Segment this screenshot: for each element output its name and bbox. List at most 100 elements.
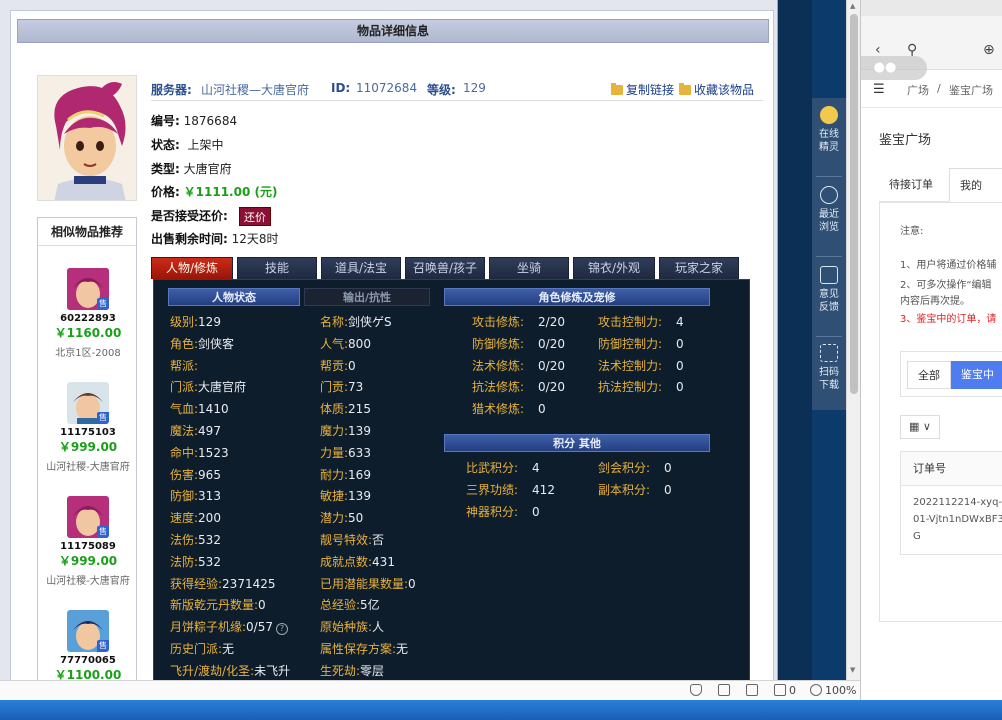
attr-row: 属性保存方案:无: [320, 642, 409, 656]
scan-download-button[interactable]: 扫码 下载: [812, 344, 846, 392]
attr-row: 抗法修炼: 0/20: [472, 380, 565, 395]
attr-row: 命中:1523: [170, 445, 229, 460]
attr-row: 敏捷:139: [320, 489, 371, 504]
breadcrumb-square[interactable]: 广场: [907, 82, 929, 98]
level-value: 129: [463, 81, 486, 95]
attr-row: 获得经验:2371425: [170, 576, 276, 591]
tab-summons[interactable]: 召唤兽/孩子: [405, 257, 485, 279]
orders-table: 订单号 2022112214-xyq-01-Vjtn1nDWxBF3G: [900, 451, 1002, 555]
item-thumbnail: 售: [67, 496, 109, 538]
attr-row: 体质:215: [320, 402, 371, 417]
attr-row: 门派:大唐官府: [170, 380, 247, 395]
attr-row: [598, 399, 612, 419]
tab-mounts[interactable]: 坐骑: [489, 257, 569, 279]
attr-row: 名称:剑侠ゲS: [320, 315, 392, 329]
attr-row: 人气:800: [320, 336, 371, 351]
copy-link-button[interactable]: 复制链接: [611, 81, 674, 98]
online-spirit-button[interactable]: 在线 精灵: [812, 106, 846, 154]
similar-item[interactable]: 售 60222893 ￥1160.00 北京1区-2008: [38, 268, 138, 359]
counter-offer-button[interactable]: 还价: [239, 207, 271, 226]
table-row[interactable]: 2022112214-xyq-01-Vjtn1nDWxBF3G: [901, 486, 1002, 545]
globe-icon[interactable]: ⊕: [983, 42, 995, 58]
price-line: 价格: ￥1111.00 (元): [151, 185, 278, 199]
attr-row: 飞升/渡劫/化圣:未飞升: [170, 663, 291, 678]
attr-row: 法术修炼: 0/20: [472, 358, 565, 373]
lock-icon[interactable]: [746, 683, 761, 699]
type-line: 类型: 大唐官府: [151, 162, 232, 176]
attr-row: 速度:200: [170, 511, 221, 526]
similar-items-panel: 相似物品推荐 售 60222893 ￥1160.00 北京1区-2008 售 1…: [37, 217, 137, 680]
attr-row: 耐力:169: [320, 467, 371, 482]
similar-item[interactable]: 售 11175089 ￥999.00 山河社稷-大唐官府: [38, 496, 138, 587]
filter-all-button[interactable]: 全部: [907, 361, 951, 389]
scroll-up-icon[interactable]: ▲: [850, 2, 855, 10]
tab-home[interactable]: 玩家之家: [659, 257, 739, 279]
tab-pending-orders[interactable]: 待接订单: [879, 168, 943, 202]
feedback-button[interactable]: 意见 反馈: [812, 266, 846, 314]
attr-row: 抗法控制力: 0: [598, 380, 684, 395]
item-header-row: 服务器: 山河社稷—大唐官府 ID: 11072684 等级: 129 复制链接…: [151, 79, 763, 101]
attr-row: 防御控制力: 0: [598, 336, 684, 351]
orders-card: 注意: 1、用户将通过价格辅 2、可多次操作“编辑 内容后再次提。 3、鉴宝中的…: [879, 202, 1002, 622]
scan-icon: [820, 344, 838, 362]
recent-browse-button[interactable]: 最近 浏览: [812, 186, 846, 234]
level-label: 等级:: [427, 83, 456, 97]
status-filter: 全部 鉴宝中: [900, 351, 1002, 397]
breadcrumb-sep: /: [937, 82, 941, 95]
zoom-level[interactable]: 100%: [810, 683, 856, 699]
menu-icon[interactable]: ☰: [873, 82, 885, 97]
section-cultivate: 角色修炼及宠修: [444, 288, 710, 306]
spirit-icon: [820, 106, 838, 124]
attr-row: 级别:129: [170, 315, 221, 329]
attribute-panel: 人物状态 输出/抗性 角色修炼及宠修 积分 其他 级别:129 角色:剑侠客 帮派:…: [153, 279, 750, 680]
serial-line: 编号: 1876684: [151, 114, 238, 128]
item-thumbnail: 售: [67, 268, 109, 310]
similar-item[interactable]: 售 77770065 ￥1100.00: [38, 610, 138, 680]
detail-tabs: 人物/修炼 技能 道具/法宝 召唤兽/孩子 坐骑 锦衣/外观 玩家之家: [151, 257, 743, 279]
attr-row: 新版乾元丹数量:0: [170, 598, 266, 613]
tab-skills[interactable]: 技能: [237, 257, 317, 279]
sell-badge: 售: [97, 298, 109, 310]
breadcrumb-appraisal[interactable]: 鉴宝广场: [949, 82, 993, 98]
sell-badge: 售: [97, 526, 109, 538]
tab-items[interactable]: 道具/法宝: [321, 257, 401, 279]
attr-row: 原始种族:人: [320, 620, 385, 635]
attr-row: 月饼粽子机缘:0/57?: [170, 617, 288, 637]
attr-row: 靓号特效:否: [320, 533, 385, 547]
notice-2b: 内容后再次提。: [900, 296, 970, 307]
attr-row: 气血:1410: [170, 402, 229, 417]
item-thumbnail: 售: [67, 610, 109, 652]
column-order-number: 订单号: [901, 452, 1002, 486]
grid-view-button[interactable]: ▦ ∨: [900, 415, 940, 439]
item-detail-container: 物品详细信息 服务器: 山河社稷—大唐官府 ID: 11072684 等级: 1…: [10, 10, 774, 680]
folder-icon: [611, 83, 623, 95]
similar-item[interactable]: 售 11175103 ￥999.00 山河社稷-大唐官府: [38, 382, 138, 473]
attr-row: 总经验:5亿: [320, 598, 380, 613]
tab-my-orders[interactable]: 我的订单: [949, 168, 1002, 226]
attr-row: 攻击修炼: 2/20: [472, 315, 565, 329]
accessibility-icon[interactable]: [718, 683, 733, 699]
character-avatar: [37, 75, 137, 201]
attr-row: 法防:532: [170, 554, 221, 569]
filter-appraising-button[interactable]: 鉴宝中: [951, 361, 1002, 389]
block-count[interactable]: 0: [774, 683, 796, 699]
attr-row: 魔力:139: [320, 424, 371, 438]
order-tabs: 待接订单 我的订单: [879, 168, 1002, 226]
attr-row: 攻击控制力: 4: [598, 315, 684, 329]
help-icon[interactable]: ?: [276, 623, 288, 636]
attr-row: 门贡:73: [320, 380, 364, 395]
scroll-down-icon[interactable]: ▼: [850, 666, 855, 674]
scroll-thumb[interactable]: [850, 14, 858, 394]
edit-icon: [820, 266, 838, 284]
tab-character[interactable]: 人物/修炼: [151, 257, 233, 279]
vertical-scrollbar[interactable]: ▲ ▼: [846, 0, 860, 680]
tab-appearance[interactable]: 锦衣/外观: [573, 257, 655, 279]
attr-row: 神器积分: 0: [466, 504, 540, 519]
attr-row: 防御:313: [170, 489, 221, 504]
browser-status-bar: 0 100%: [0, 680, 860, 700]
attr-row: 已用潜能果数量:0: [320, 576, 416, 591]
attr-row: 帮贡:0: [320, 358, 356, 373]
breadcrumb: ☰ 广场 / 鉴宝广场: [861, 70, 1002, 108]
shield-icon[interactable]: [690, 683, 705, 699]
favorite-button[interactable]: 收藏该物品: [679, 81, 754, 98]
